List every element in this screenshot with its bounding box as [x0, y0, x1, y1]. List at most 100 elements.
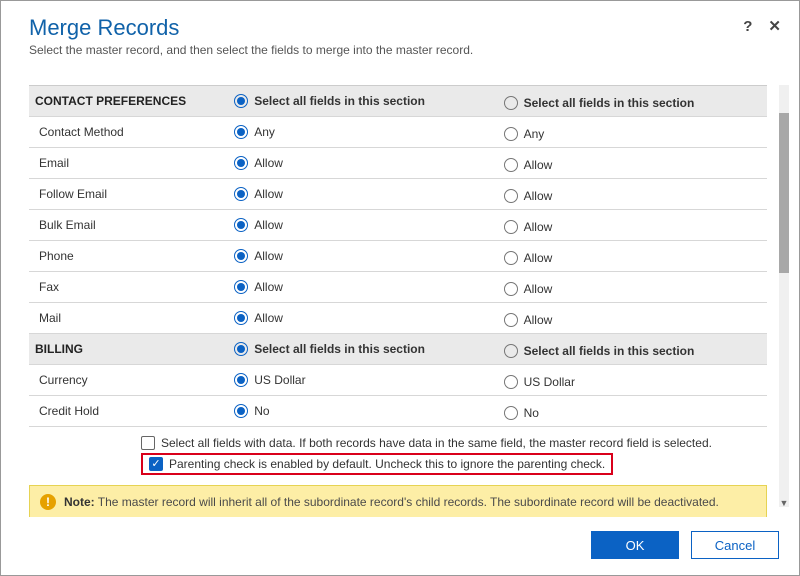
field-row: Mail Allow Allow — [29, 303, 767, 334]
field-sub-radio[interactable]: Allow — [504, 251, 553, 265]
radio-icon — [234, 125, 248, 139]
merge-grid-scroll[interactable]: CONTACT PREFERENCES Select all fields in… — [29, 85, 767, 517]
warning-icon: ! — [40, 494, 56, 510]
select-all-master-contact[interactable]: Select all fields in this section — [234, 94, 425, 108]
select-all-sub-contact[interactable]: Select all fields in this section — [504, 96, 695, 110]
radio-icon — [504, 344, 518, 358]
field-master-radio[interactable]: Allow — [234, 187, 283, 201]
field-master-radio[interactable]: Allow — [234, 249, 283, 263]
radio-icon — [234, 373, 248, 387]
field-master-value: US Dollar — [254, 373, 305, 387]
note-text: Note: The master record will inherit all… — [64, 495, 719, 509]
field-master-radio[interactable]: Allow — [234, 156, 283, 170]
field-sub-value: US Dollar — [524, 375, 575, 389]
field-row: Credit Hold No No — [29, 396, 767, 427]
vertical-scrollbar[interactable]: ▲ ▼ — [779, 85, 789, 507]
dialog-body: CONTACT PREFERENCES Select all fields in… — [1, 65, 799, 517]
radio-icon — [504, 96, 518, 110]
select-all-label: Select all fields in this section — [254, 342, 425, 356]
cancel-button[interactable]: Cancel — [691, 531, 779, 559]
section-header-contact-preferences: CONTACT PREFERENCES Select all fields in… — [29, 86, 767, 117]
field-master-radio[interactable]: Allow — [234, 218, 283, 232]
field-row: Contact Method Any Any — [29, 117, 767, 148]
field-row: Phone Allow Allow — [29, 241, 767, 272]
dialog-subtitle: Select the master record, and then selec… — [29, 43, 775, 57]
field-sub-radio[interactable]: Allow — [504, 313, 553, 327]
radio-icon — [234, 311, 248, 325]
field-label: Currency — [29, 365, 228, 396]
select-all-with-data-label: Select all fields with data. If both rec… — [161, 436, 712, 450]
field-sub-value: Allow — [524, 313, 553, 327]
field-master-radio[interactable]: Allow — [234, 280, 283, 294]
radio-icon — [234, 342, 248, 356]
section-title: BILLING — [29, 334, 228, 365]
radio-icon — [504, 251, 518, 265]
radio-icon — [234, 187, 248, 201]
radio-icon — [234, 249, 248, 263]
dialog-footer: OK Cancel — [1, 517, 799, 575]
note-bar: ! Note: The master record will inherit a… — [29, 485, 767, 517]
field-master-value: Allow — [254, 249, 283, 263]
radio-icon — [504, 127, 518, 141]
note-body: The master record will inherit all of th… — [98, 495, 719, 509]
select-all-with-data-row: Select all fields with data. If both rec… — [141, 433, 759, 453]
field-sub-radio[interactable]: Any — [504, 127, 545, 141]
select-all-master-billing[interactable]: Select all fields in this section — [234, 342, 425, 356]
select-all-label: Select all fields in this section — [254, 94, 425, 108]
field-master-radio[interactable]: Any — [234, 125, 275, 139]
field-master-radio[interactable]: No — [234, 404, 269, 418]
parenting-check-highlight: ✓ Parenting check is enabled by default.… — [141, 453, 613, 475]
field-master-value: Allow — [254, 218, 283, 232]
radio-icon — [234, 280, 248, 294]
scroll-down-icon[interactable]: ▼ — [779, 498, 789, 508]
help-icon[interactable]: ? — [743, 19, 752, 34]
radio-icon — [234, 404, 248, 418]
field-master-value: Allow — [254, 187, 283, 201]
select-all-sub-billing[interactable]: Select all fields in this section — [504, 344, 695, 358]
select-all-with-data-checkbox[interactable] — [141, 436, 155, 450]
field-sub-radio[interactable]: Allow — [504, 189, 553, 203]
field-label: Credit Hold — [29, 396, 228, 427]
header-icons: ? ✕ — [743, 19, 781, 34]
close-icon[interactable]: ✕ — [768, 19, 781, 34]
field-label: Follow Email — [29, 179, 228, 210]
field-label: Contact Method — [29, 117, 228, 148]
field-master-value: Allow — [254, 311, 283, 325]
radio-icon — [504, 282, 518, 296]
parenting-check-checkbox[interactable]: ✓ — [149, 457, 163, 471]
radio-icon — [504, 313, 518, 327]
scroll-track[interactable] — [779, 85, 789, 507]
radio-icon — [504, 375, 518, 389]
bottom-options: Select all fields with data. If both rec… — [29, 427, 767, 481]
select-all-label: Select all fields in this section — [524, 96, 695, 110]
section-title: CONTACT PREFERENCES — [29, 86, 228, 117]
field-master-value: No — [254, 404, 269, 418]
section-header-billing: BILLING Select all fields in this sectio… — [29, 334, 767, 365]
field-master-radio[interactable]: Allow — [234, 311, 283, 325]
field-label: Phone — [29, 241, 228, 272]
radio-icon — [504, 158, 518, 172]
ok-button[interactable]: OK — [591, 531, 679, 559]
radio-icon — [504, 189, 518, 203]
field-label: Bulk Email — [29, 210, 228, 241]
field-row: Follow Email Allow Allow — [29, 179, 767, 210]
dialog-header: Merge Records Select the master record, … — [1, 1, 799, 65]
merge-records-dialog: Merge Records Select the master record, … — [0, 0, 800, 576]
field-master-radio[interactable]: US Dollar — [234, 373, 305, 387]
field-row: Currency US Dollar US Dollar — [29, 365, 767, 396]
field-row: Email Allow Allow — [29, 148, 767, 179]
field-sub-value: Allow — [524, 282, 553, 296]
field-sub-radio[interactable]: Allow — [504, 220, 553, 234]
field-sub-radio[interactable]: No — [504, 406, 539, 420]
field-sub-value: Allow — [524, 220, 553, 234]
merge-grid: CONTACT PREFERENCES Select all fields in… — [29, 86, 767, 427]
radio-icon — [234, 218, 248, 232]
dialog-title: Merge Records — [29, 15, 775, 41]
field-sub-radio[interactable]: Allow — [504, 282, 553, 296]
scroll-thumb[interactable] — [779, 113, 789, 273]
field-label: Mail — [29, 303, 228, 334]
field-master-value: Any — [254, 125, 275, 139]
field-label: Fax — [29, 272, 228, 303]
field-sub-radio[interactable]: US Dollar — [504, 375, 575, 389]
field-sub-radio[interactable]: Allow — [504, 158, 553, 172]
